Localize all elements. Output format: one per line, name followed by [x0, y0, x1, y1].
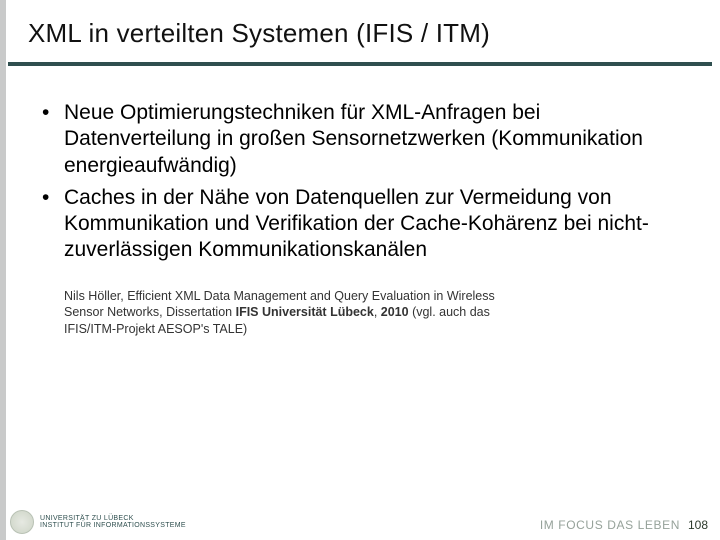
slide-title: XML in verteilten Systemen (IFIS / ITM)	[28, 18, 490, 49]
citation-text: Nils Höller, Efficient XML Data Manageme…	[40, 288, 520, 339]
bullet-item: Caches in der Nähe von Datenquellen zur …	[40, 185, 680, 264]
footer-tagline: IM FOCUS DAS LEBEN	[540, 518, 680, 532]
footer: UNIVERSITÄT ZU LÜBECK INSTITUT FÜR INFOR…	[0, 502, 720, 540]
university-seal-icon	[10, 510, 34, 534]
citation-bold-year: 2010	[381, 305, 409, 319]
citation-mid: ,	[374, 305, 381, 319]
slide: XML in verteilten Systemen (IFIS / ITM) …	[0, 0, 720, 540]
bullet-list: Neue Optimierungstechniken für XML-Anfra…	[40, 100, 680, 264]
content-area: Neue Optimierungstechniken für XML-Anfra…	[40, 100, 680, 338]
page-number: 108	[688, 518, 708, 532]
logo-line1: UNIVERSITÄT ZU LÜBECK	[40, 515, 186, 522]
left-accent-bar	[0, 0, 6, 540]
logo-text: UNIVERSITÄT ZU LÜBECK INSTITUT FÜR INFOR…	[40, 515, 186, 530]
logo-line2: INSTITUT FÜR INFORMATIONSSYSTEME	[40, 522, 186, 529]
title-underline	[8, 62, 712, 66]
citation-bold-inst: IFIS Universität Lübeck	[236, 305, 374, 319]
bullet-item: Neue Optimierungstechniken für XML-Anfra…	[40, 100, 680, 179]
footer-logo: UNIVERSITÄT ZU LÜBECK INSTITUT FÜR INFOR…	[10, 510, 186, 534]
